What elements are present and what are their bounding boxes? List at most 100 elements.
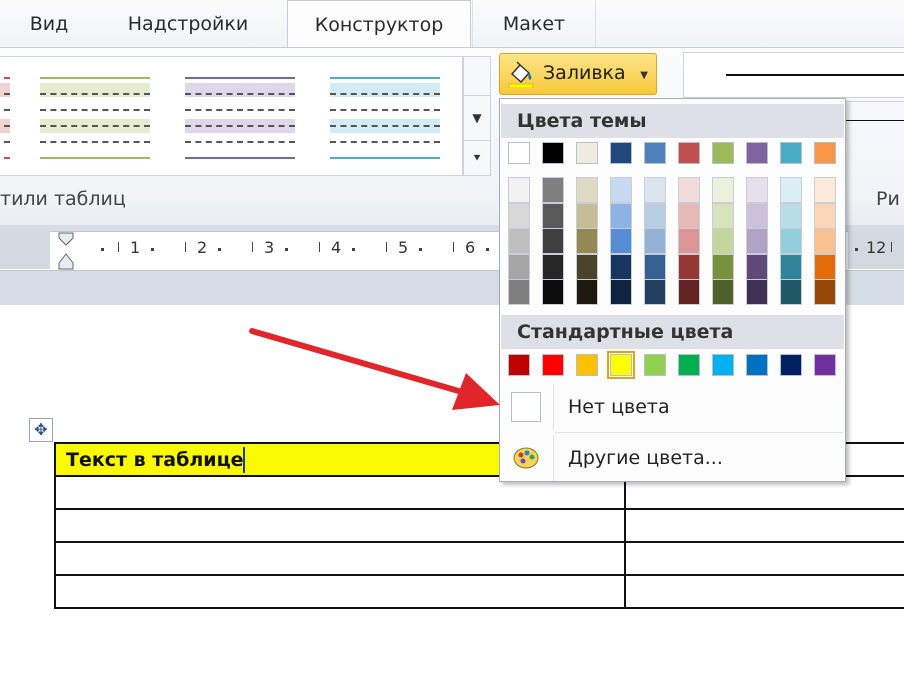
theme-shade-swatch[interactable] [814, 279, 836, 306]
theme-shade-swatch[interactable] [712, 253, 734, 280]
standard-color-swatch[interactable] [746, 354, 768, 376]
theme-shade-swatch[interactable] [678, 279, 700, 306]
theme-shade-swatch[interactable] [542, 279, 564, 306]
theme-shade-swatch[interactable] [678, 177, 700, 203]
theme-color-swatch[interactable] [576, 142, 598, 164]
theme-shade-swatch[interactable] [814, 202, 836, 229]
theme-color-swatch[interactable] [644, 142, 666, 164]
theme-color-swatch[interactable] [814, 142, 836, 164]
theme-shade-swatch[interactable] [780, 253, 802, 280]
theme-shade-swatch[interactable] [746, 177, 768, 203]
theme-shade-swatch[interactable] [610, 228, 632, 255]
theme-shade-swatch[interactable] [780, 228, 802, 255]
theme-color-swatch[interactable] [746, 142, 768, 164]
theme-shade-swatch[interactable] [610, 177, 632, 203]
tab-layout[interactable]: Макет [472, 0, 596, 48]
tab-view[interactable]: Вид [14, 0, 84, 48]
no-color-item[interactable]: Нет цвета [501, 384, 844, 430]
theme-shade-swatch[interactable] [508, 228, 530, 255]
table-row[interactable] [56, 576, 624, 607]
standard-color-swatch[interactable] [576, 354, 598, 376]
table-styles-gallery[interactable] [0, 56, 463, 176]
theme-shade-swatch[interactable] [576, 228, 598, 255]
theme-shade-swatch[interactable] [644, 202, 666, 229]
gallery-scroll-up[interactable] [463, 56, 491, 96]
standard-color-swatch[interactable] [712, 354, 734, 376]
theme-shade-swatch[interactable] [712, 228, 734, 255]
standard-color-swatch[interactable] [780, 354, 802, 376]
standard-color-swatch[interactable] [678, 354, 700, 376]
theme-shade-swatch[interactable] [508, 202, 530, 229]
theme-color-swatch[interactable] [780, 142, 802, 164]
theme-shade-swatch[interactable] [712, 202, 734, 229]
indent-marker-icon[interactable] [58, 232, 74, 270]
border-style-selector[interactable] [683, 52, 904, 98]
theme-shade-swatch[interactable] [542, 253, 564, 280]
theme-shade-swatch[interactable] [644, 228, 666, 255]
theme-shade-swatch[interactable] [542, 228, 564, 255]
theme-shade-swatch[interactable] [780, 177, 802, 203]
chevron-down-icon: ▼ [472, 111, 482, 125]
theme-shade-swatch[interactable] [644, 177, 666, 203]
theme-shade-swatch[interactable] [814, 228, 836, 255]
theme-shade-swatch[interactable] [576, 177, 598, 203]
theme-color-swatch[interactable] [542, 142, 564, 164]
theme-shade-swatch[interactable] [508, 177, 530, 203]
theme-shade-swatch[interactable] [644, 253, 666, 280]
theme-shade-swatch[interactable] [678, 202, 700, 229]
standard-colors-header: Стандартные цвета [501, 315, 844, 349]
standard-color-swatch[interactable] [542, 354, 564, 376]
theme-shade-swatch[interactable] [644, 279, 666, 306]
gallery-scroll-down[interactable]: ▼ [463, 95, 491, 141]
theme-shade-swatch[interactable] [780, 279, 802, 306]
theme-shade-swatch[interactable] [508, 279, 530, 306]
standard-color-swatch-selected[interactable] [607, 351, 635, 379]
theme-shade-swatch[interactable] [678, 228, 700, 255]
theme-shade-swatch[interactable] [746, 228, 768, 255]
theme-shade-swatch[interactable] [576, 279, 598, 306]
group-label-draw-borders: Ри [876, 188, 900, 210]
theme-shade-swatch[interactable] [576, 253, 598, 280]
theme-shade-swatch[interactable] [814, 253, 836, 280]
theme-shade-swatch[interactable] [746, 253, 768, 280]
menu-separator [553, 384, 554, 430]
theme-shade-swatch[interactable] [542, 202, 564, 229]
ribbon-tab-bar: Вид Надстройки Конструктор Макет [0, 0, 904, 49]
theme-shade-swatch[interactable] [542, 177, 564, 203]
theme-shade-swatch[interactable] [678, 253, 700, 280]
no-color-label: Нет цвета [568, 396, 670, 418]
standard-color-swatch[interactable] [644, 354, 666, 376]
table-style-green[interactable] [40, 73, 150, 161]
theme-shade-swatch[interactable] [712, 279, 734, 306]
table-row[interactable] [56, 510, 624, 541]
tab-addins[interactable]: Надстройки [108, 0, 268, 48]
more-colors-item[interactable]: Другие цвета... [501, 435, 844, 481]
border-weight-selector[interactable] [845, 101, 904, 142]
table-style-purple[interactable] [185, 73, 295, 161]
theme-shade-swatch[interactable] [610, 202, 632, 229]
standard-color-swatch[interactable] [508, 354, 530, 376]
theme-color-swatch[interactable] [678, 142, 700, 164]
theme-shade-swatch[interactable] [814, 177, 836, 203]
shading-fill-button[interactable]: Заливка ▼ [499, 53, 657, 95]
standard-color-swatch[interactable] [814, 354, 836, 376]
theme-shade-swatch[interactable] [746, 202, 768, 229]
theme-color-swatch[interactable] [712, 142, 734, 164]
table-style-red[interactable] [0, 73, 10, 161]
theme-shade-swatch[interactable] [610, 253, 632, 280]
theme-shade-swatch[interactable] [610, 279, 632, 306]
theme-color-swatch[interactable] [610, 142, 632, 164]
theme-shade-swatch[interactable] [746, 279, 768, 306]
theme-shade-swatch[interactable] [780, 202, 802, 229]
color-palette-icon [513, 447, 539, 469]
theme-shade-swatch[interactable] [576, 202, 598, 229]
theme-shade-swatch[interactable] [712, 177, 734, 203]
more-icon: ⯆ [472, 151, 482, 165]
table-row[interactable] [56, 543, 624, 574]
theme-color-swatch[interactable] [508, 142, 530, 164]
tab-design[interactable]: Конструктор [287, 0, 471, 49]
theme-shade-swatch[interactable] [508, 253, 530, 280]
gallery-more-button[interactable]: ⯆ [463, 140, 491, 176]
table-move-handle-icon[interactable]: ✥ [29, 418, 53, 442]
table-style-aqua[interactable] [330, 73, 440, 161]
